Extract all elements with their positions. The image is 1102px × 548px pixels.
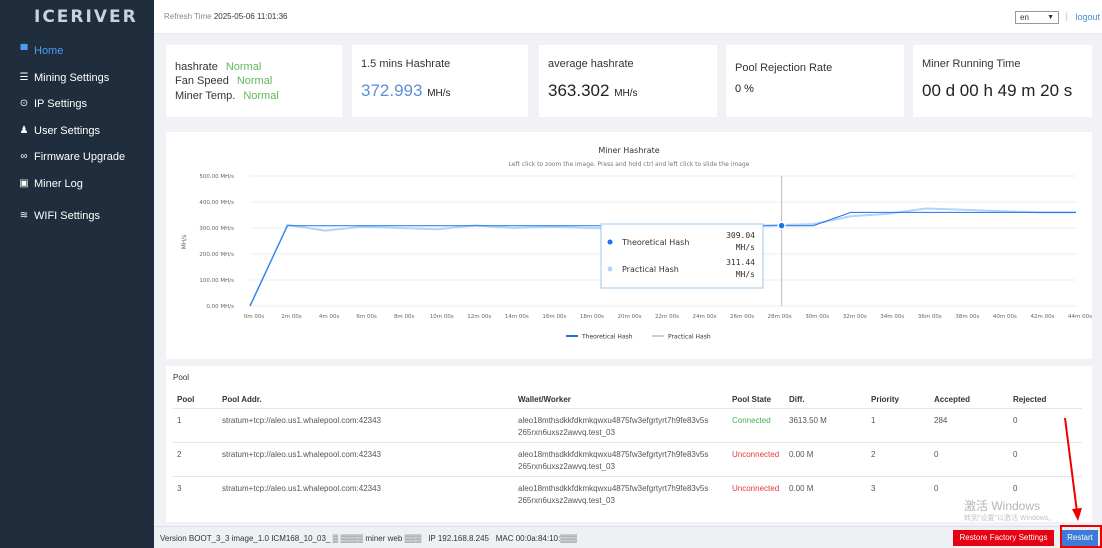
hover-point bbox=[777, 221, 786, 230]
location-pin-icon: ⊙ bbox=[19, 98, 29, 109]
y-axis-label: MH/s bbox=[181, 235, 188, 250]
sidebar-item-home[interactable]: ▀ Home bbox=[0, 38, 154, 65]
brand-logo: ICERIVER bbox=[34, 7, 138, 27]
x-tick-label: 40m 00s bbox=[993, 314, 1017, 320]
logout-link[interactable]: logout bbox=[1075, 12, 1100, 22]
x-tick-label: 38m 00s bbox=[955, 314, 979, 320]
y-tick-label: 0.00 MH/s bbox=[206, 304, 234, 310]
top-bar: Refresh Time 2025-05-06 11:01:36 en ▼ | l… bbox=[154, 0, 1102, 34]
x-tick-label: 32m 00s bbox=[843, 314, 867, 320]
running-time-value: 00 d 00 h 49 m 20 s bbox=[922, 81, 1073, 100]
running-time-card: Miner Running Time 00 d 00 h 49 m 20 s bbox=[913, 45, 1092, 117]
chart-title: Miner Hashrate bbox=[598, 146, 659, 155]
fan-status: Normal bbox=[236, 75, 273, 87]
sidebar-item-user-settings[interactable]: ♟ User Settings bbox=[0, 118, 154, 145]
list-icon: ☰ bbox=[19, 71, 29, 83]
x-tick-label: 28m 00s bbox=[768, 314, 792, 320]
chart-subtitle: Left click to zoom the image. Press and … bbox=[509, 161, 750, 168]
x-tick-label: 42m 00s bbox=[1030, 314, 1054, 320]
sidebar: ICERIVER ▀ Home ☰ Mining Settings ⊙ IP Sett… bbox=[0, 0, 154, 548]
x-tick-label: 44m 00s bbox=[1068, 314, 1092, 320]
x-tick-label: 2m 00s bbox=[281, 314, 302, 320]
sidebar-item-wifi-settings[interactable]: ≋ WIFI Settings bbox=[0, 203, 154, 230]
divider bbox=[173, 442, 1082, 443]
log-icon: ▣ bbox=[19, 177, 29, 189]
link-icon: ∞ bbox=[20, 151, 28, 162]
status-badge: Unconnected bbox=[732, 450, 780, 459]
temp-status: Normal bbox=[243, 90, 279, 102]
sidebar-item-miner-log[interactable]: ▣ Miner Log bbox=[0, 171, 154, 198]
divider bbox=[173, 408, 1082, 409]
x-tick-label: 22m 00s bbox=[655, 314, 679, 320]
refresh-time: Refresh Time 2025-05-06 11:01:36 bbox=[164, 12, 288, 21]
tooltip-value: 311.44 bbox=[726, 258, 755, 267]
highlight-box bbox=[1060, 525, 1102, 548]
tooltip-dot bbox=[607, 266, 613, 272]
restore-factory-settings-button[interactable]: Restore Factory Settings bbox=[953, 530, 1054, 546]
hashrate-15-value: 372.993 bbox=[361, 81, 423, 100]
pool-title: Pool bbox=[173, 373, 190, 382]
rejection-rate-value: 0 % bbox=[735, 83, 754, 95]
x-tick-label: 18m 00s bbox=[580, 314, 604, 320]
x-tick-label: 6m 00s bbox=[356, 314, 377, 320]
user-icon: ♟ bbox=[19, 124, 29, 136]
y-tick-label: 500.00 MH/s bbox=[199, 174, 234, 180]
legend-label: Practical Hash bbox=[668, 334, 711, 341]
legend-label: Theoretical Hash bbox=[581, 334, 633, 341]
x-tick-label: 10m 00s bbox=[430, 314, 454, 320]
x-tick-label: 30m 00s bbox=[805, 314, 829, 320]
x-tick-label: 24m 00s bbox=[693, 314, 717, 320]
status-badge: Unconnected bbox=[732, 484, 780, 493]
pool-panel: Pool Pool Pool Addr. Wallet/Worker Pool … bbox=[166, 366, 1092, 522]
tooltip-dot bbox=[607, 239, 613, 245]
hashrate-15-card: 1.5 mins Hashrate 372.993 MH/s bbox=[352, 45, 528, 117]
x-tick-label: 36m 00s bbox=[918, 314, 942, 320]
x-tick-label: 16m 00s bbox=[542, 314, 566, 320]
y-tick-label: 300.00 MH/s bbox=[199, 226, 234, 232]
footer-bar: Version BOOT_3_3 image_1.0 ICM168_10_03_… bbox=[154, 526, 1102, 548]
sidebar-item-mining-settings[interactable]: ☰ Mining Settings bbox=[0, 65, 154, 92]
monitor-icon: ▀ bbox=[20, 45, 28, 56]
windows-activation-hint: 转到"设置"以激活 Windows。 bbox=[964, 515, 1056, 522]
x-tick-label: 14m 00s bbox=[505, 314, 529, 320]
divider: | bbox=[1065, 11, 1068, 21]
x-tick-label: 20m 00s bbox=[617, 314, 641, 320]
x-tick-label: 8m 00s bbox=[394, 314, 415, 320]
x-tick-label: 12m 00s bbox=[467, 314, 491, 320]
x-tick-label: 26m 00s bbox=[730, 314, 754, 320]
x-tick-label: 0m 00s bbox=[244, 314, 265, 320]
average-hashrate-value: 363.302 bbox=[548, 81, 610, 100]
tooltip-unit: MH/s bbox=[736, 243, 755, 252]
language-select[interactable]: en ▼ bbox=[1015, 11, 1059, 24]
y-tick-label: 200.00 MH/s bbox=[199, 252, 234, 258]
tooltip-value: 309.04 bbox=[726, 231, 755, 240]
wifi-icon: ≋ bbox=[19, 210, 29, 221]
status-card: hashrate Normal Fan Speed Normal Miner Tem… bbox=[166, 45, 342, 117]
y-tick-label: 400.00 MH/s bbox=[199, 200, 234, 206]
sidebar-item-firmware-upgrade[interactable]: ∞ Firmware Upgrade bbox=[0, 144, 154, 171]
rejection-rate-card: Pool Rejection Rate 0 % bbox=[726, 45, 904, 117]
status-badge: Connected bbox=[732, 416, 771, 425]
version-info: Version BOOT_3_3 image_1.0 ICM168_10_03_… bbox=[160, 534, 578, 543]
windows-activation-watermark: 激活 Windows bbox=[964, 499, 1041, 513]
refresh-time-value: 2025-05-06 11:01:36 bbox=[213, 12, 288, 21]
tooltip-series-name: Practical Hash bbox=[622, 265, 679, 274]
x-tick-label: 34m 00s bbox=[880, 314, 904, 320]
x-tick-label: 4m 00s bbox=[319, 314, 340, 320]
tooltip-unit: MH/s bbox=[736, 270, 755, 279]
chevron-down-icon: ▼ bbox=[1047, 14, 1054, 21]
hashrate-chart[interactable]: Miner Hashrate Left click to zoom the ima… bbox=[166, 132, 1092, 359]
y-tick-label: 100.00 MH/s bbox=[199, 278, 234, 284]
hashrate-status: Normal bbox=[225, 61, 262, 73]
divider bbox=[173, 476, 1082, 477]
tooltip-series-name: Theoretical Hash bbox=[621, 238, 689, 247]
hashrate-chart-panel: Miner Hashrate Left click to zoom the ima… bbox=[166, 132, 1092, 359]
average-hashrate-card: average hashrate 363.302 MH/s bbox=[539, 45, 717, 117]
sidebar-item-ip-settings[interactable]: ⊙ IP Settings bbox=[0, 91, 154, 118]
